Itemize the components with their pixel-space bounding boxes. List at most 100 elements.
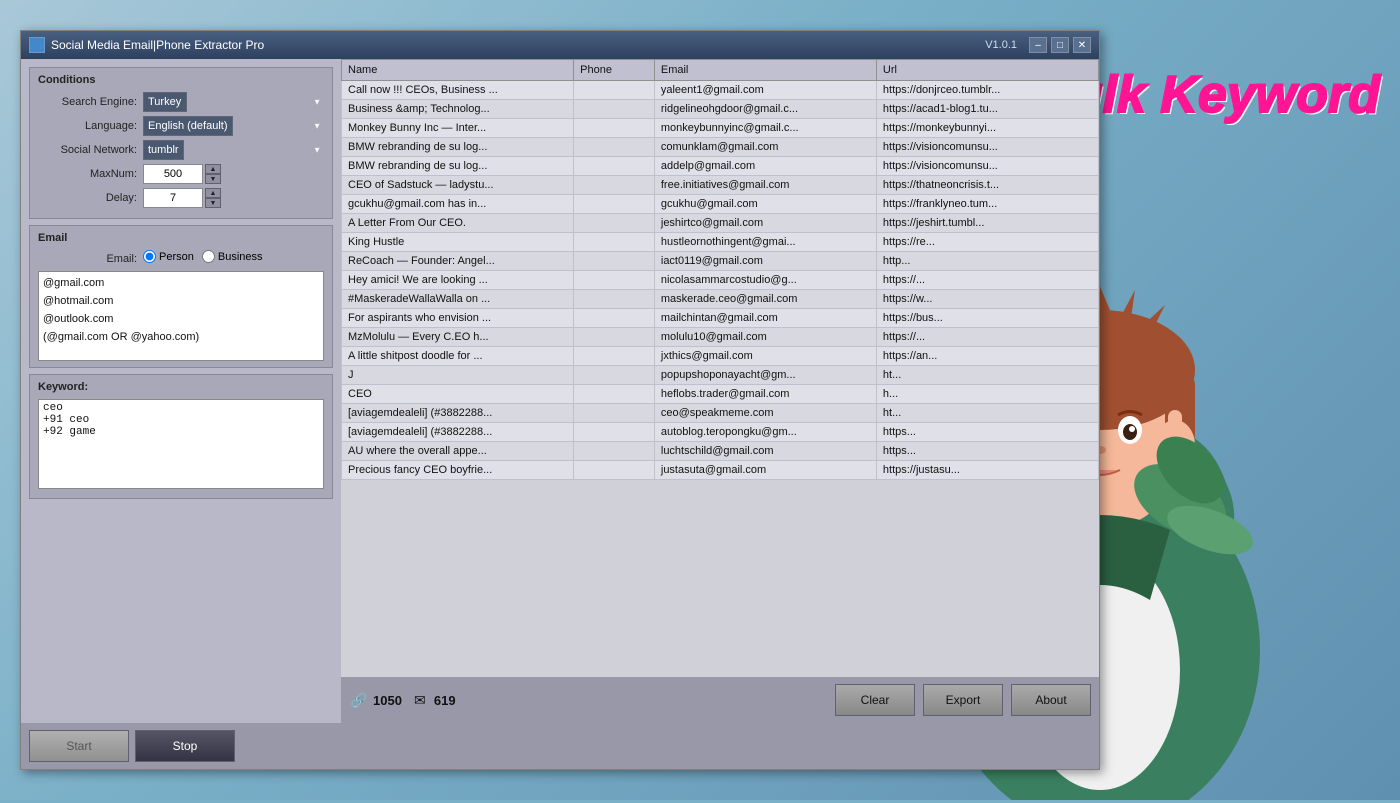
email-list-item: @outlook.com: [43, 310, 319, 328]
maxnum-up-button[interactable]: ▲: [205, 164, 221, 174]
delay-up-button[interactable]: ▲: [205, 188, 221, 198]
cell-email: iact0119@gmail.com: [654, 252, 876, 271]
table-row: gcukhu@gmail.com has in...gcukhu@gmail.c…: [342, 195, 1099, 214]
cell-name: Hey amici! We are looking ...: [342, 271, 574, 290]
email-label: Email:: [38, 253, 143, 265]
app-version: V1.0.1: [985, 39, 1017, 51]
email-title: Email: [38, 232, 324, 244]
link-icon: 🔗: [349, 692, 369, 708]
email-list-item: @hotmail.com: [43, 292, 319, 310]
cell-name: BMW rebranding de su log...: [342, 138, 574, 157]
cell-email: autoblog.teropongku@gm...: [654, 423, 876, 442]
cell-phone: [574, 214, 655, 233]
cell-phone: [574, 176, 655, 195]
social-network-select-wrapper: tumblr: [143, 140, 324, 160]
window-controls: – □ ✕: [1029, 37, 1091, 53]
cell-name: A little shitpost doodle for ...: [342, 347, 574, 366]
cell-name: [aviagemdealeli] (#3882288...: [342, 423, 574, 442]
minimize-button[interactable]: –: [1029, 37, 1047, 53]
about-button[interactable]: About: [1011, 684, 1091, 716]
table-row: CEOheflobs.trader@gmail.comh...: [342, 385, 1099, 404]
cell-phone: [574, 461, 655, 480]
cell-url: http...: [876, 252, 1098, 271]
keyword-input[interactable]: ceo +91 ceo +92 game: [38, 399, 324, 489]
table-row: Hey amici! We are looking ...nicolasamma…: [342, 271, 1099, 290]
app-title: Social Media Email|Phone Extractor Pro: [51, 38, 985, 52]
cell-name: CEO of Sadstuck — ladystu...: [342, 176, 574, 195]
data-table: Name Phone Email Url Call now !!! CEOs, …: [341, 59, 1099, 480]
language-select[interactable]: English (default): [143, 116, 233, 136]
delay-input[interactable]: [143, 188, 203, 208]
cell-phone: [574, 157, 655, 176]
search-engine-select[interactable]: Turkey: [143, 92, 187, 112]
data-table-wrapper: Name Phone Email Url Call now !!! CEOs, …: [341, 59, 1099, 677]
cell-name: BMW rebranding de su log...: [342, 157, 574, 176]
cell-email: jeshirtco@gmail.com: [654, 214, 876, 233]
title-bar: Social Media Email|Phone Extractor Pro V…: [21, 31, 1099, 59]
language-select-wrapper: English (default): [143, 116, 324, 136]
delay-down-button[interactable]: ▼: [205, 198, 221, 208]
email-count: 619: [434, 693, 456, 708]
cell-url: https://monkeybunnyi...: [876, 119, 1098, 138]
social-network-select[interactable]: tumblr: [143, 140, 184, 160]
cell-name: ReCoach — Founder: Angel...: [342, 252, 574, 271]
maxnum-input[interactable]: [143, 164, 203, 184]
person-radio-label[interactable]: Person: [143, 250, 194, 263]
table-row: [aviagemdealeli] (#3882288...ceo@speakme…: [342, 404, 1099, 423]
email-count-item: ✉ 619: [410, 692, 456, 708]
export-button[interactable]: Export: [923, 684, 1003, 716]
maxnum-spinner-buttons: ▲ ▼: [205, 164, 221, 184]
table-row: King Hustlehustleornothingent@gmai...htt…: [342, 233, 1099, 252]
stop-button[interactable]: Stop: [135, 730, 235, 762]
delay-spinner: ▲ ▼: [143, 188, 221, 208]
cell-name: For aspirants who envision ...: [342, 309, 574, 328]
search-engine-select-wrapper: Turkey: [143, 92, 324, 112]
conditions-section: Conditions Search Engine: Turkey Languag…: [29, 67, 333, 219]
business-radio-label[interactable]: Business: [202, 250, 263, 263]
search-engine-label: Search Engine:: [38, 96, 143, 108]
cell-email: ceo@speakmeme.com: [654, 404, 876, 423]
status-bar: 🔗 1050 ✉ 619 Clear Export About: [341, 677, 1099, 723]
table-header-row: Name Phone Email Url: [342, 60, 1099, 81]
cell-phone: [574, 290, 655, 309]
keyword-section: Keyword: ceo +91 ceo +92 game: [29, 374, 333, 499]
cell-phone: [574, 385, 655, 404]
table-row: #MaskeradeWallaWalla on ... maskerade.ceo…: [342, 290, 1099, 309]
cell-name: J: [342, 366, 574, 385]
person-radio[interactable]: [143, 250, 156, 263]
cell-name: MzMolulu — Every C.EO h...: [342, 328, 574, 347]
app-icon: [29, 37, 45, 53]
search-engine-row: Search Engine: Turkey: [38, 92, 324, 112]
cell-url: https://visioncomunsu...: [876, 138, 1098, 157]
email-list-item: (@gmail.com OR @yahoo.com): [43, 328, 319, 346]
table-row: A little shitpost doodle for ...jxthics@…: [342, 347, 1099, 366]
cell-email: maskerade.ceo@gmail.com: [654, 290, 876, 309]
table-row: A Letter From Our CEO.jeshirtco@gmail.co…: [342, 214, 1099, 233]
clear-button[interactable]: Clear: [835, 684, 915, 716]
cell-phone: [574, 138, 655, 157]
maxnum-down-button[interactable]: ▼: [205, 174, 221, 184]
cell-email: free.initiatives@gmail.com: [654, 176, 876, 195]
cell-url: h...: [876, 385, 1098, 404]
cell-name: #MaskeradeWallaWalla on ...: [342, 290, 574, 309]
cell-phone: [574, 442, 655, 461]
maxnum-row: MaxNum: ▲ ▼: [38, 164, 324, 184]
table-row: [aviagemdealeli] (#3882288... autoblog.te…: [342, 423, 1099, 442]
table-row: Precious fancy CEO boyfrie...justasuta@g…: [342, 461, 1099, 480]
start-button[interactable]: Start: [29, 730, 129, 762]
cell-name: Business &amp; Technolog...: [342, 100, 574, 119]
cell-email: molulu10@gmail.com: [654, 328, 876, 347]
cell-url: ht...: [876, 404, 1098, 423]
maximize-button[interactable]: □: [1051, 37, 1069, 53]
cell-phone: [574, 328, 655, 347]
delay-row: Delay: ▲ ▼: [38, 188, 324, 208]
cell-url: https...: [876, 442, 1098, 461]
email-list: @gmail.com @hotmail.com @outlook.com (@g…: [38, 271, 324, 361]
cell-phone: [574, 81, 655, 100]
cell-email: ridgelineohgdoor@gmail.c...: [654, 100, 876, 119]
business-radio[interactable]: [202, 250, 215, 263]
table-body: Call now !!! CEOs, Business ...yaleent1@…: [342, 81, 1099, 480]
cell-email: hustleornothingent@gmai...: [654, 233, 876, 252]
close-button[interactable]: ✕: [1073, 37, 1091, 53]
main-content: Conditions Search Engine: Turkey Languag…: [21, 59, 1099, 723]
